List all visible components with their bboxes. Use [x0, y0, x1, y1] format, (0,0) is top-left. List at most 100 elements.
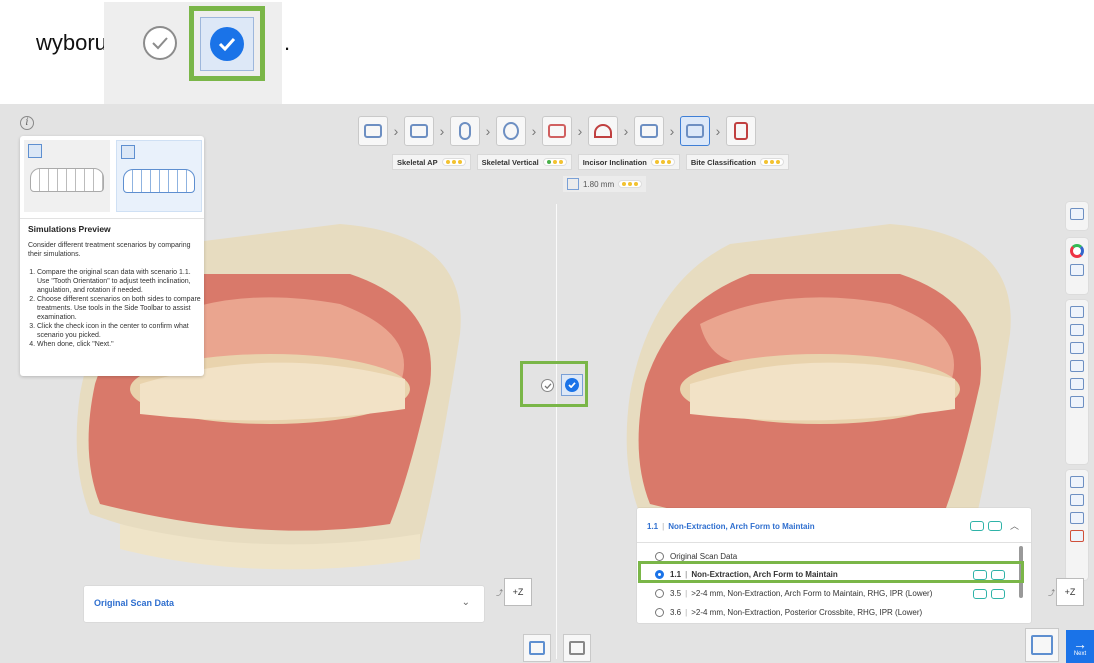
scenario-option[interactable]: 3.5 | >2-4 mm, Non-Extraction, Arch Form … — [655, 589, 932, 598]
chevron-right-icon: › — [531, 123, 537, 139]
step-ipr-icon[interactable] — [634, 116, 664, 146]
radio-button[interactable] — [655, 552, 664, 561]
document-icon[interactable] — [1070, 208, 1084, 220]
help-step: Choose different scenarios on both sides… — [37, 295, 203, 322]
chevron-right-icon: › — [623, 123, 629, 139]
workflow-toolbar: › › › › › › › › — [358, 114, 756, 148]
upper-jaw-icon[interactable] — [1070, 306, 1084, 318]
center-check-group — [520, 361, 588, 407]
step-landmarks-icon[interactable] — [542, 116, 572, 146]
step-report-icon[interactable] — [726, 116, 756, 146]
chevron-right-icon: › — [439, 123, 445, 139]
arrow-right-icon: → — [1073, 635, 1087, 652]
option-icons — [973, 589, 1005, 599]
measurement-chip[interactable]: 1.80 mm — [563, 176, 647, 192]
attachment-icon[interactable] — [1070, 512, 1084, 524]
status-chip-skeletal-vertical[interactable]: Skeletal Vertical — [476, 154, 572, 170]
side-toolbar-color — [1066, 238, 1088, 294]
side-toolbar-views — [1066, 300, 1088, 464]
left-scenario-dropdown[interactable]: Original Scan Data ⌄ — [84, 586, 484, 622]
tooth-axis-icon[interactable] — [1070, 396, 1084, 408]
status-dots — [542, 158, 567, 166]
chevron-right-icon: › — [485, 123, 491, 139]
scenario-header[interactable]: 1.1 | Non-Extraction, Arch Form to Maintai… — [647, 522, 815, 531]
side-view-icon[interactable] — [1070, 342, 1084, 354]
overlay-icon[interactable] — [1070, 476, 1084, 488]
tooth-tool-button[interactable] — [563, 634, 591, 662]
step-simulations-icon[interactable] — [680, 116, 710, 146]
measure-icon — [567, 178, 579, 190]
status-row: Skeletal AP Skeletal Vertical Incisor In… — [392, 154, 789, 170]
app-viewport: i › › › › › › › › Skeletal AP Skeletal V… — [0, 104, 1094, 663]
compare-icon[interactable] — [1070, 494, 1084, 506]
chevron-right-icon: › — [669, 123, 675, 139]
axis-icon: ⤴ — [496, 590, 503, 597]
step-arch-form-icon[interactable] — [588, 116, 618, 146]
check-outline-icon — [143, 26, 177, 60]
help-panel: Simulations Preview Consider different t… — [20, 136, 204, 376]
view-cube-right[interactable]: ⤴ +Z — [1048, 578, 1084, 606]
scenario-option[interactable]: 3.6 | >2-4 mm, Non-Extraction, Posterior … — [655, 608, 922, 617]
check-filled-icon — [121, 145, 135, 159]
status-dots — [618, 180, 643, 188]
left-dropdown-label: Original Scan Data — [94, 598, 175, 608]
step-tooth-icon[interactable] — [450, 116, 480, 146]
patient-report-button[interactable] — [1025, 628, 1059, 662]
help-thumbnails — [20, 136, 204, 219]
caption-highlight-frame — [189, 6, 265, 81]
split-divider[interactable] — [556, 204, 557, 659]
help-intro: Consider different treatment scenarios b… — [28, 242, 191, 258]
view-cube-left[interactable]: ⤴ +Z — [496, 578, 532, 606]
patient-icon — [1031, 635, 1053, 655]
scenario-header-icons: ︿ — [969, 519, 1019, 532]
status-dots — [441, 158, 466, 166]
scenario-thumbnail — [116, 140, 202, 212]
info-icon[interactable]: i — [20, 116, 34, 130]
help-step: Click the check icon in the center to co… — [37, 322, 203, 340]
color-wheel-icon[interactable] — [1070, 244, 1084, 258]
gingiva-icon[interactable] — [1070, 378, 1084, 390]
simulation-icon — [28, 144, 42, 158]
tooth-tool-icon — [569, 641, 585, 655]
status-chip-bite-classification[interactable]: Bite Classification — [685, 154, 789, 170]
step-segmentation-icon[interactable] — [358, 116, 388, 146]
upper-jaw-icon — [973, 589, 987, 599]
status-dots — [759, 158, 784, 166]
upper-jaw-toggle-icon[interactable] — [969, 520, 984, 531]
status-dots — [650, 158, 675, 166]
lower-jaw-icon — [991, 589, 1005, 599]
occlusal-icon[interactable] — [1070, 360, 1084, 372]
chevron-right-icon: › — [393, 123, 399, 139]
scenario-option[interactable]: Original Scan Data — [655, 552, 737, 561]
chevron-right-icon: › — [577, 123, 583, 139]
check-outline-icon[interactable] — [541, 379, 554, 392]
confirm-check-button[interactable] — [561, 374, 583, 396]
radio-button[interactable] — [655, 589, 664, 598]
chevron-up-icon[interactable]: ︿ — [1010, 519, 1019, 532]
caption-period: . — [284, 30, 291, 55]
help-title: Simulations Preview — [28, 224, 111, 234]
original-thumbnail — [24, 140, 110, 212]
sync-view-button[interactable] — [523, 634, 551, 662]
axis-icon: ⤴ — [1048, 590, 1055, 597]
status-chip-incisor-inclination[interactable]: Incisor Inclination — [577, 154, 680, 170]
help-step: When done, click "Next." — [37, 340, 203, 349]
bite-icon[interactable] — [1070, 530, 1084, 542]
help-steps: Compare the original scan data with scen… — [28, 268, 203, 349]
lower-jaw-icon[interactable] — [1070, 324, 1084, 336]
side-toolbar-tools — [1066, 470, 1088, 580]
radio-button[interactable] — [655, 608, 664, 617]
help-step: Compare the original scan data with scen… — [37, 268, 203, 295]
lower-jaw-toggle-icon[interactable] — [987, 520, 1002, 531]
next-button[interactable]: → Next — [1066, 630, 1094, 663]
sync-icon — [529, 641, 545, 655]
measurement-value: 1.80 mm — [583, 179, 615, 189]
selected-option-highlight — [638, 561, 1024, 583]
status-chip-skeletal-ap[interactable]: Skeletal AP — [392, 154, 471, 170]
next-label: Next — [1073, 650, 1087, 657]
caption-word: wyboru — [36, 30, 107, 55]
side-toolbar-top — [1066, 202, 1088, 230]
texture-icon[interactable] — [1070, 264, 1084, 276]
step-arch-icon[interactable] — [404, 116, 434, 146]
step-face-icon[interactable] — [496, 116, 526, 146]
